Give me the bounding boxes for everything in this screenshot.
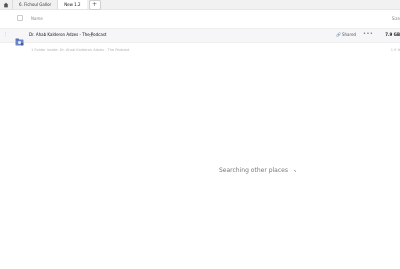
file-size: 7.9 GB [385, 32, 400, 37]
drag-handle-icon[interactable]: ⋮ [3, 32, 8, 38]
add-tab-button[interactable]: + [88, 0, 101, 10]
item-count: 1 if it [390, 48, 400, 52]
mouse-pointer-icon: ☝ [89, 32, 93, 39]
link-icon: 🔗 [336, 32, 341, 37]
tab-new-1-2[interactable]: New 1.2 [57, 0, 87, 9]
name-column-header[interactable]: Name [31, 16, 43, 21]
file-browser-window: 6. Fichoul Gallor New 1.2 + Name Size ⋮ … [0, 0, 400, 269]
search-status: Searching other places [219, 167, 296, 174]
shared-label: Shared [341, 32, 357, 37]
file-row[interactable]: ⋮ Dr. Ahab Kalderon Adzes - The Podcast … [0, 28, 400, 46]
home-icon[interactable] [0, 0, 12, 9]
tab-label: New 1.2 [64, 2, 81, 7]
folder-hint-text: 1 Folder Inside: Dr. Ahab Kalderon Adzes… [31, 48, 130, 52]
tab-bar: 6. Fichoul Gallor New 1.2 + [0, 0, 400, 10]
folder-summary-row: 1 Folder Inside: Dr. Ahab Kalderon Adzes… [0, 47, 400, 55]
file-name[interactable]: Dr. Ahab Kalderon Adzes - The Podcast [29, 32, 106, 37]
column-header: Name Size [0, 13, 400, 23]
select-all-checkbox[interactable] [17, 15, 23, 21]
searching-text: Searching other places [219, 167, 288, 174]
tab-label: 6. Fichoul Gallor [19, 2, 52, 7]
more-options-button[interactable]: ••• [363, 31, 373, 37]
tab-fichoul-gallor[interactable]: 6. Fichoul Gallor [12, 0, 57, 9]
loading-spinner-icon [292, 169, 296, 173]
folder-icon [15, 31, 24, 46]
shared-link[interactable]: 🔗 Shared [336, 32, 356, 37]
size-column-header[interactable]: Size [392, 16, 400, 21]
